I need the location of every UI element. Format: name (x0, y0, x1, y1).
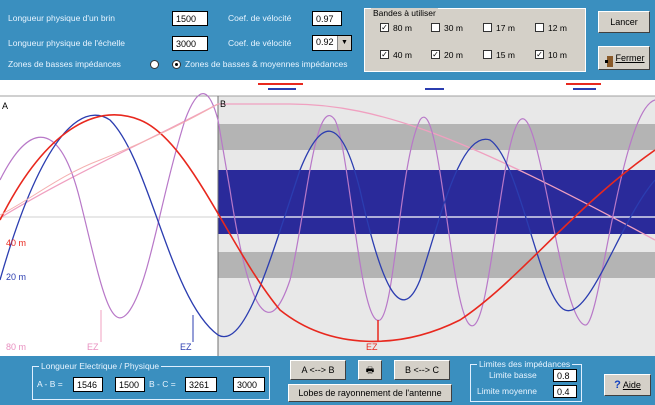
length-panel: Longueur Electrique / Physique A - B = 1… (0, 356, 655, 405)
impedance-limits-group: Limites des impédances Limite basse 0.8 … (470, 359, 582, 402)
band-10m-label: 10 m (548, 50, 567, 60)
strand-length-label: Longueur physique d'un brin (8, 13, 116, 23)
band-strip (0, 80, 655, 96)
electric-length-group: Longueur Electrique / Physique A - B = 1… (32, 361, 270, 400)
mid-impedance-zones-label: Zones de basses & moyennes impédances (185, 59, 348, 69)
help-button[interactable]: ? Aide (604, 374, 651, 396)
print-button[interactable]: 🖶 (358, 360, 382, 380)
band-15m-checkbox[interactable] (483, 50, 492, 59)
settings-panel: Longueur physique d'un brin 1500 Longueu… (0, 0, 655, 80)
close-button-label: Fermer (615, 53, 645, 63)
velocity-coef-select[interactable]: 0.92 ▼ (312, 35, 352, 51)
velocity-coef-label-1: Coef. de vélocité (228, 13, 292, 23)
band-80m-label: 80 m (393, 23, 412, 33)
low-impedance-zones-label: Zones de basses impédances (8, 59, 121, 69)
impedance-band-bottom (218, 252, 655, 278)
point-b-label: B (220, 99, 227, 109)
launch-button[interactable]: Lancer (598, 11, 650, 33)
band-20m-curve-label: 20 m (6, 272, 27, 282)
band-30m-label: 30 m (444, 23, 463, 33)
band-17m-checkbox[interactable] (483, 23, 492, 32)
bands-title: Bandes à utiliser (371, 8, 438, 18)
low-limit-input[interactable]: 0.8 (553, 369, 577, 382)
band-80m-curve-label: 80 m (6, 342, 27, 352)
band-40m-curve-label: 40 m (6, 238, 27, 248)
band-20m-checkbox[interactable]: ✓ (431, 50, 440, 59)
velocity-coef-input[interactable]: 0.97 (312, 11, 342, 26)
impedance-band-top (218, 124, 655, 150)
swap-bc-button[interactable]: B <--> C (394, 360, 450, 380)
point-a-label: A (2, 101, 9, 111)
help-icon: ? (614, 379, 621, 391)
radiation-lobes-button[interactable]: Lobes de rayonnement de l'antenne (288, 384, 452, 402)
bc-electric-input[interactable]: 3261 (185, 377, 217, 392)
band-17m-label: 17 m (496, 23, 515, 33)
band-80m-checkbox[interactable]: ✓ (380, 23, 389, 32)
band-20m-label: 20 m (444, 50, 463, 60)
ab-label: A - B = (37, 379, 63, 389)
electric-length-title: Longueur Electrique / Physique (39, 361, 162, 371)
exit-door-icon (605, 53, 613, 68)
ez-label-red: EZ (366, 342, 378, 352)
ab-electric-input[interactable]: 1546 (73, 377, 103, 392)
bands-group: Bandes à utiliser ✓ 80 m 30 m 17 m 12 m … (364, 8, 586, 72)
ladder-length-input[interactable]: 3000 (172, 36, 208, 51)
ez-label-pink: EZ (87, 342, 99, 352)
ez-label-blue: EZ (180, 342, 192, 352)
band-15m-label: 15 m (496, 50, 515, 60)
help-button-label: Aide (622, 380, 641, 390)
low-impedance-radio[interactable] (150, 60, 159, 69)
antenna-plot: A B 40 m 20 m 80 m EZ EZ EZ (0, 80, 655, 356)
ladder-length-label: Longueur physique de l'échelle (8, 38, 125, 48)
band-12m-checkbox[interactable] (535, 23, 544, 32)
close-button[interactable]: Fermer (598, 46, 650, 70)
ab-physical-input[interactable]: 1500 (115, 377, 145, 392)
band-12m-label: 12 m (548, 23, 567, 33)
band-40m-label: 40 m (393, 50, 412, 60)
band-10m-checkbox[interactable]: ✓ (535, 50, 544, 59)
low-limit-label: Limite basse (489, 370, 537, 380)
mid-limit-input[interactable]: 0.4 (553, 385, 577, 398)
printer-icon: 🖶 (365, 365, 375, 375)
chevron-down-icon[interactable]: ▼ (337, 36, 351, 50)
bc-physical-input[interactable]: 3000 (233, 377, 265, 392)
impedance-limits-title: Limites des impédances (477, 359, 573, 369)
bc-label: B - C = (149, 379, 176, 389)
velocity-coef-label-2: Coef. de vélocité (228, 38, 292, 48)
mid-limit-label: Limite moyenne (477, 386, 538, 396)
strand-length-input[interactable]: 1500 (172, 11, 208, 26)
mid-impedance-radio[interactable] (172, 60, 181, 69)
band-30m-checkbox[interactable] (431, 23, 440, 32)
band-40m-checkbox[interactable]: ✓ (380, 50, 389, 59)
velocity-coef-select-value: 0.92 (316, 37, 334, 47)
swap-ab-button[interactable]: A <--> B (290, 360, 346, 380)
impedance-band-navy (218, 170, 655, 234)
wave-chart (0, 80, 655, 356)
